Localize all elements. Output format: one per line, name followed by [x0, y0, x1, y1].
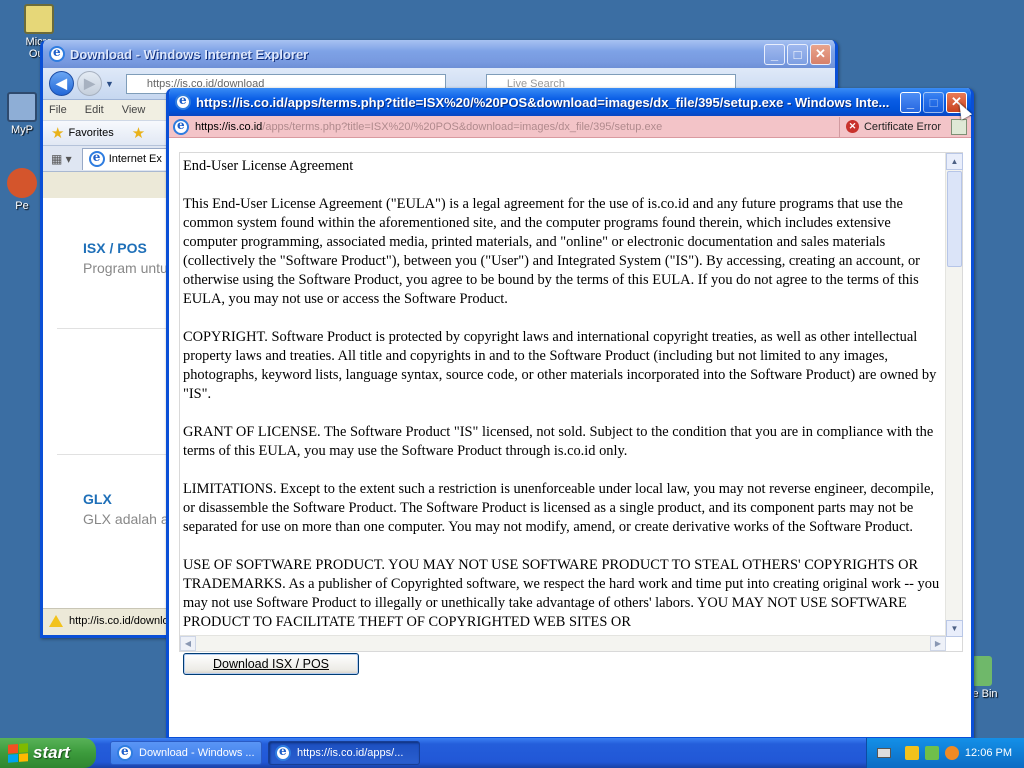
product-glx[interactable]: GLX GLX adalah ap — [83, 491, 176, 527]
maximize-button[interactable]: □ — [923, 91, 944, 113]
product-name[interactable]: GLX — [83, 491, 176, 507]
ie-icon — [275, 744, 291, 761]
download-button[interactable]: Download ISX / POS — [183, 653, 359, 675]
outlook-icon — [24, 4, 54, 34]
start-label: start — [33, 743, 70, 762]
product-isx-pos[interactable]: ISX / POS Program untu — [83, 240, 168, 276]
task-label: Download - Windows ... — [139, 747, 255, 759]
ie-popup-terms[interactable]: https://is.co.id/apps/terms.php?title=IS… — [166, 88, 974, 740]
network-icon[interactable] — [924, 746, 939, 760]
window-title: https://is.co.id/apps/terms.php?title=IS… — [196, 94, 890, 110]
product-desc: GLX adalah ap — [83, 511, 177, 527]
task-label: https://is.co.id/apps/... — [297, 747, 404, 759]
ie-icon — [175, 93, 191, 110]
quick-tabs-icon[interactable]: ▦ ▾ — [51, 152, 72, 166]
warning-icon — [49, 614, 63, 627]
favorites-button[interactable]: Favorites — [68, 127, 113, 139]
close-button[interactable]: ✕ — [810, 43, 831, 65]
eula-paragraph: This End-User License Agreement ("EULA")… — [183, 196, 920, 307]
app-icon — [7, 168, 37, 198]
eula-paragraph: LIMITATIONS. Except to the extent such a… — [183, 481, 934, 535]
titlebar[interactable]: https://is.co.id/apps/terms.php?title=IS… — [169, 88, 971, 116]
system-tray: 12:06 PM — [866, 738, 1024, 768]
scroll-up-icon[interactable]: ▲ — [946, 153, 963, 170]
product-desc: Program untu — [83, 260, 168, 276]
back-button[interactable]: ◀ — [49, 71, 74, 96]
ie-icon — [117, 744, 133, 761]
ie-icon — [173, 118, 189, 135]
clock[interactable]: 12:06 PM — [965, 747, 1012, 759]
divider — [57, 454, 167, 455]
certificate-error-icon: ✕ — [845, 120, 859, 133]
eula-paragraph: GRANT OF LICENSE. The Software Product "… — [183, 424, 934, 459]
ie-icon — [88, 150, 105, 167]
address-url[interactable]: https://is.co.id/apps/terms.php?title=IS… — [189, 121, 839, 133]
minimize-button[interactable]: _ — [900, 91, 921, 113]
window-title: Download - Windows Internet Explorer — [70, 46, 309, 62]
windows-logo-icon — [8, 743, 28, 763]
recycle-bin-icon — [972, 656, 992, 686]
task-button-terms[interactable]: https://is.co.id/apps/... — [268, 741, 420, 765]
shield-icon[interactable] — [904, 746, 919, 760]
tab-label: Internet Ex — [108, 153, 162, 165]
eula-heading: End-User License Agreement — [183, 158, 354, 174]
address-host: https://is.co.id — [195, 120, 263, 133]
scroll-left-icon[interactable]: ◀ — [180, 636, 196, 651]
forward-button[interactable]: ▶ — [77, 71, 102, 96]
maximize-button[interactable]: □ — [787, 43, 808, 65]
desktop-icon-label: Pe — [15, 200, 29, 212]
divider — [57, 328, 167, 329]
scroll-right-icon[interactable]: ▶ — [930, 636, 946, 651]
keyboard-icon[interactable] — [877, 748, 891, 758]
desktop-icon-mypc[interactable]: MyP — [0, 92, 44, 136]
horizontal-scrollbar[interactable]: ◀ ▶ — [180, 635, 946, 651]
desktop-icon-recycle-bin[interactable]: le Bin — [970, 656, 1024, 700]
page-icon[interactable] — [951, 118, 967, 135]
popup-content: End-User License Agreement This End-User… — [169, 138, 971, 734]
address-path: /apps/terms.php?title=ISX%20/%20POS&down… — [262, 120, 663, 133]
ie-icon — [49, 45, 65, 62]
start-button[interactable]: start — [0, 738, 96, 768]
eula-scroll-box[interactable]: End-User License Agreement This End-User… — [179, 152, 963, 652]
computer-icon — [7, 92, 37, 122]
scroll-down-icon[interactable]: ▼ — [946, 620, 963, 637]
history-dropdown-icon[interactable]: ▼ — [105, 79, 114, 89]
favorites-star-icon: ★ — [51, 125, 65, 142]
eula-paragraph: USE OF SOFTWARE PRODUCT. YOU MAY NOT USE… — [183, 557, 940, 630]
task-button-download[interactable]: Download - Windows ... — [110, 741, 262, 765]
titlebar[interactable]: Download - Windows Internet Explorer _ □… — [43, 40, 835, 68]
menu-view[interactable]: View — [122, 104, 146, 116]
vertical-scrollbar[interactable]: ▲ ▼ — [945, 153, 963, 637]
menu-edit[interactable]: Edit — [85, 104, 104, 116]
certificate-error-button[interactable]: ✕ Certificate Error — [838, 116, 947, 137]
add-favorite-icon[interactable]: ★ — [132, 124, 145, 142]
status-text: http://is.co.id/downlo — [69, 614, 169, 627]
desktop-icon-pe[interactable]: Pe — [0, 168, 44, 212]
certificate-error-label: Certificate Error — [863, 120, 941, 133]
search-icon[interactable] — [944, 746, 959, 760]
taskbar: start Download - Windows ... https://is.… — [0, 738, 1024, 768]
product-name[interactable]: ISX / POS — [83, 240, 168, 256]
menu-file[interactable]: File — [49, 104, 67, 116]
address-bar[interactable]: https://is.co.id/apps/terms.php?title=IS… — [169, 116, 971, 138]
desktop-icon-label: le Bin — [970, 688, 998, 700]
minimize-button[interactable]: _ — [764, 43, 785, 65]
eula-paragraph: COPYRIGHT. Software Product is protected… — [183, 329, 937, 402]
desktop-icon-label: MyP — [11, 124, 33, 136]
scroll-thumb[interactable] — [947, 171, 962, 267]
eula-text: End-User License Agreement This End-User… — [180, 153, 946, 637]
